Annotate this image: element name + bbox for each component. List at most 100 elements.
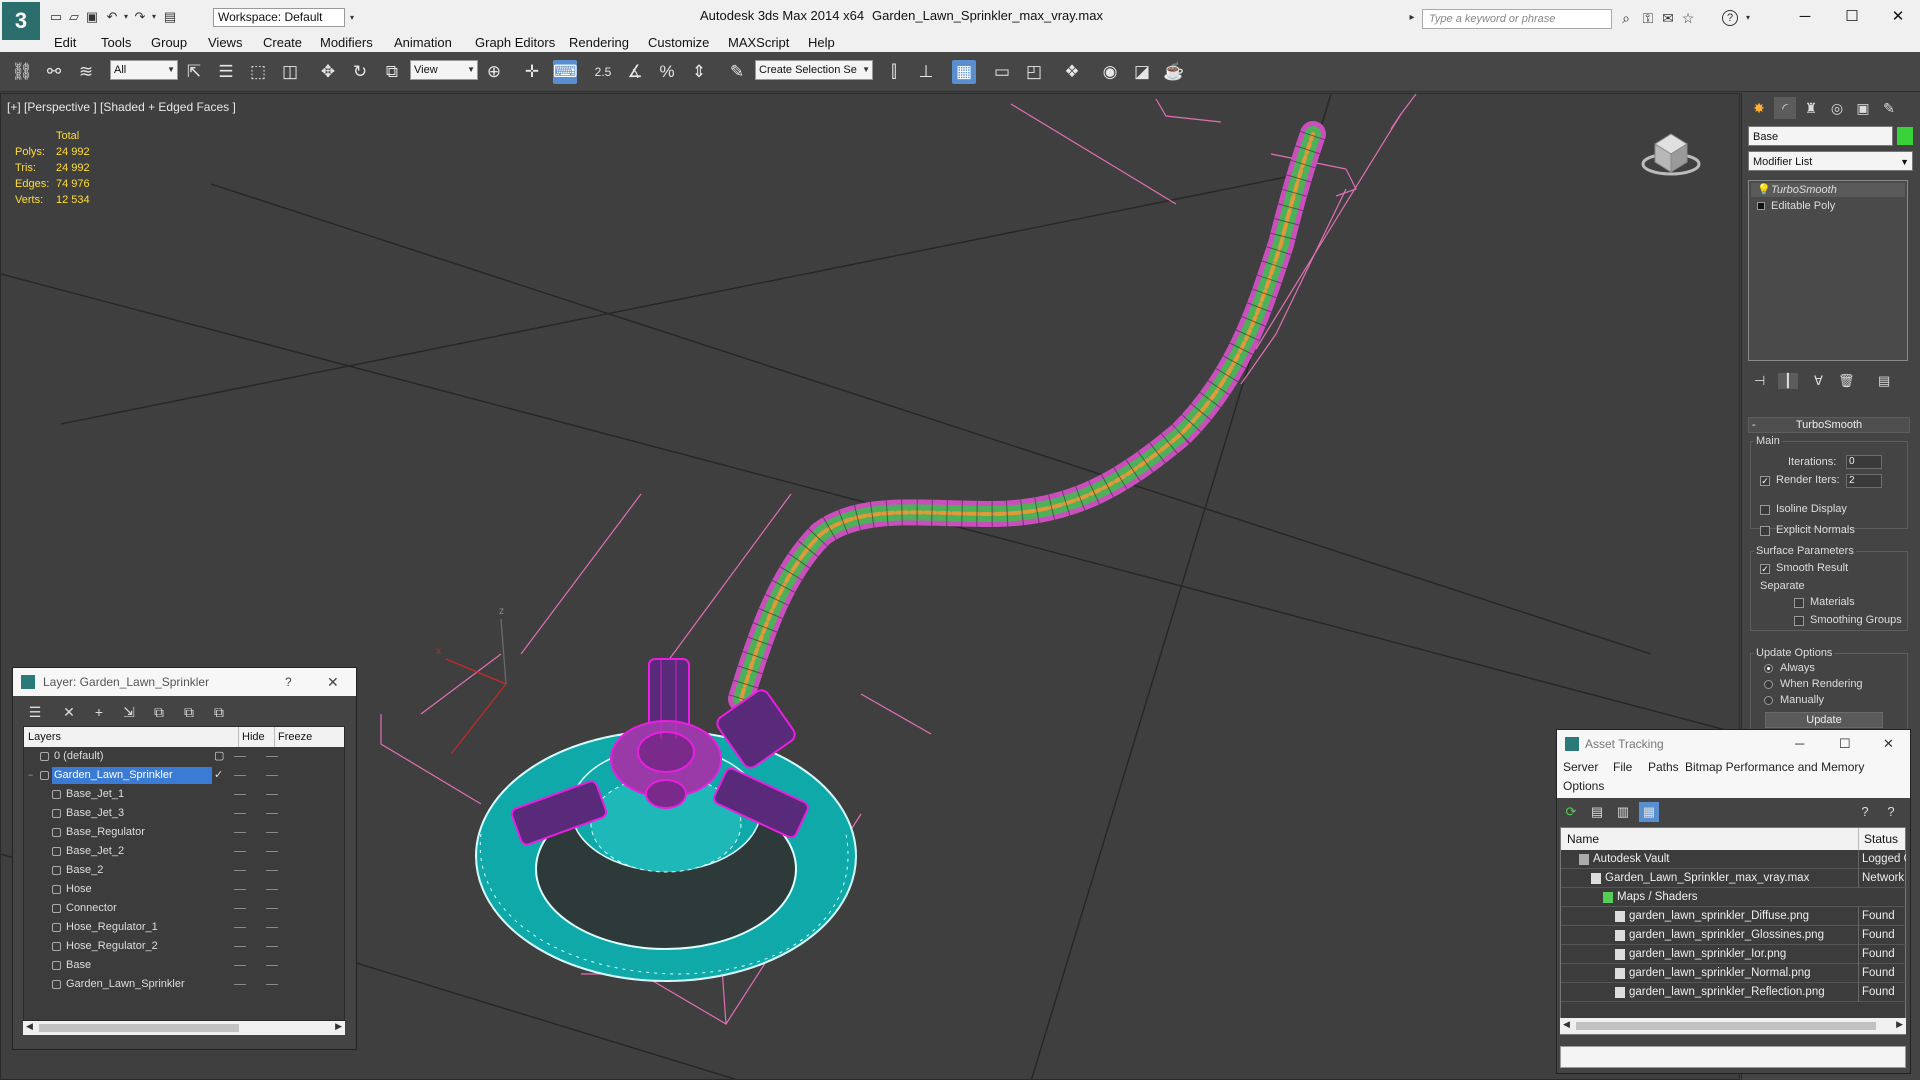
workspace-dropdown[interactable]: Workspace: Default [213, 8, 345, 27]
freeze-toggle[interactable] [266, 851, 278, 852]
hide-toggle[interactable] [234, 908, 246, 909]
utilities-tab-icon[interactable]: ✎ [1878, 97, 1900, 119]
hide-toggle[interactable] [234, 870, 246, 871]
manually-radio[interactable] [1764, 696, 1773, 705]
create-tab-icon[interactable]: ✸ [1748, 97, 1770, 119]
unlink-icon[interactable]: ⚯ [42, 60, 66, 84]
hide-all-icon[interactable]: ⧉ [179, 702, 199, 722]
close-icon[interactable]: ✕ [1883, 730, 1894, 758]
freeze-toggle[interactable] [266, 775, 278, 776]
always-radio[interactable] [1764, 664, 1773, 673]
freeze-toggle[interactable] [266, 832, 278, 833]
menu-edit[interactable]: Edit [54, 35, 76, 50]
render-iters-spinner[interactable]: 2 [1846, 474, 1882, 488]
layer-row[interactable]: Base_Jet_1 [24, 785, 346, 804]
turbosmooth-rollout-header[interactable]: - TurboSmooth [1748, 417, 1910, 433]
hierarchy-tab-icon[interactable]: ♜ [1800, 97, 1822, 119]
materials-checkbox[interactable] [1794, 598, 1804, 608]
hide-toggle[interactable] [234, 832, 246, 833]
menu-animation[interactable]: Animation [394, 35, 452, 50]
menu-views[interactable]: Views [208, 35, 242, 50]
context-help-icon[interactable]: ? [1881, 802, 1901, 822]
hide-toggle[interactable] [234, 984, 246, 985]
select-manipulate-icon[interactable]: ✛ [520, 60, 544, 84]
mirror-icon[interactable]: ⫿ [882, 60, 906, 84]
keyboard-shortcut-override-icon[interactable]: ⌨ [553, 60, 578, 84]
subscription-icon[interactable]: ⚿ [1640, 10, 1656, 26]
link-icon[interactable]: ⛓ [10, 60, 34, 84]
viewcube-icon[interactable] [1641, 122, 1701, 182]
spinner-snap-icon[interactable]: ⇕ [687, 60, 711, 84]
freeze-toggle[interactable] [266, 908, 278, 909]
select-object-icon[interactable]: ⇱ [182, 60, 206, 84]
table-view-icon[interactable]: ▦ [1639, 802, 1659, 822]
freeze-toggle[interactable] [266, 984, 278, 985]
favorites-icon[interactable]: ☆ [1680, 10, 1696, 26]
freeze-toggle[interactable] [266, 965, 278, 966]
pivot-center-icon[interactable]: ⊕ [482, 60, 506, 84]
layer-row[interactable]: Base_Jet_2 [24, 842, 346, 861]
render-iters-checkbox[interactable]: ✓ [1760, 476, 1770, 486]
align-icon[interactable]: ⊥ [914, 60, 938, 84]
scrollbar-thumb[interactable] [1576, 1022, 1876, 1030]
refresh-icon[interactable]: ⟳ [1561, 802, 1581, 822]
workspace-arrow-icon[interactable]: ▾ [346, 9, 358, 26]
stack-item-turbosmooth[interactable]: 💡 TurboSmooth [1751, 183, 1905, 197]
search-input[interactable]: Type a keyword or phrase [1422, 9, 1612, 29]
menu-modifiers[interactable]: Modifiers [320, 35, 373, 50]
list-view-icon[interactable]: ▤ [1587, 802, 1607, 822]
modify-tab-icon[interactable]: ◜ [1774, 97, 1796, 119]
layer-row[interactable]: Base_2 [24, 861, 346, 880]
current-layer-check-icon[interactable]: ✓ [214, 766, 223, 785]
freeze-toggle[interactable] [266, 870, 278, 871]
bind-space-warp-icon[interactable]: ≋ [74, 60, 98, 84]
scroll-left-icon[interactable]: ◀ [1563, 1019, 1570, 1030]
angle-snap-icon[interactable]: ∡ [623, 60, 647, 84]
menu-rendering[interactable]: Rendering [569, 35, 629, 50]
asset-row[interactable]: Maps / Shaders [1561, 888, 1907, 907]
menu-create[interactable]: Create [263, 35, 302, 50]
help-button[interactable]: ? [285, 668, 292, 696]
menu-maxscript[interactable]: MAXScript [728, 35, 789, 50]
minimize-button[interactable]: ─ [1795, 730, 1804, 758]
freeze-toggle[interactable] [266, 813, 278, 814]
window-crossing-icon[interactable]: ◫ [278, 60, 302, 84]
help-dropdown-icon[interactable]: ▾ [1740, 10, 1756, 26]
smooth-result-checkbox[interactable]: ✓ [1760, 564, 1770, 574]
scroll-right-icon[interactable]: ▶ [335, 1021, 342, 1032]
minimize-button[interactable]: ─ [1785, 6, 1825, 28]
menu-tools[interactable]: Tools [101, 35, 131, 50]
select-rotate-icon[interactable]: ↻ [348, 60, 372, 84]
layer-row[interactable]: Hose_Regulator_2 [24, 937, 346, 956]
asset-row[interactable]: garden_lawn_sprinkler_Diffuse.png Found [1561, 907, 1907, 926]
column-layers[interactable]: Layers [28, 727, 61, 747]
named-selection-dropdown[interactable]: Create Selection Se ▼ [755, 60, 873, 80]
highlight-selected-icon[interactable]: ⧉ [149, 702, 169, 722]
layer-row[interactable]: − Garden_Lawn_Sprinkler ✓ [24, 766, 346, 785]
material-editor-icon[interactable]: ◉ [1098, 60, 1122, 84]
layer-row[interactable]: Connector [24, 899, 346, 918]
display-tab-icon[interactable]: ▣ [1852, 97, 1874, 119]
hide-toggle[interactable] [234, 851, 246, 852]
pin-stack-icon[interactable]: ⊣ [1754, 373, 1765, 389]
new-layer-icon[interactable]: ☰ [25, 702, 45, 722]
explicit-normals-checkbox[interactable] [1760, 526, 1770, 536]
modifier-list-dropdown[interactable]: Modifier List ▼ [1748, 151, 1913, 171]
remove-modifier-icon[interactable]: 🗑 [1838, 373, 1855, 389]
percent-snap-icon[interactable]: % [655, 60, 679, 84]
layer-row[interactable]: Base_Regulator [24, 823, 346, 842]
smoothing-groups-checkbox[interactable] [1794, 616, 1804, 626]
layer-row[interactable]: Hose [24, 880, 346, 899]
snaps-toggle-icon[interactable]: 2.5 [591, 60, 615, 84]
column-freeze[interactable]: Freeze [274, 727, 312, 747]
menu-server[interactable]: Server [1563, 760, 1598, 774]
expand-icon[interactable] [1757, 202, 1765, 210]
menu-file[interactable]: File [1613, 760, 1632, 774]
selection-filter-dropdown[interactable]: All ▼ [110, 60, 178, 80]
show-end-result-icon[interactable]: ┃ [1778, 373, 1798, 389]
maximize-button[interactable]: ☐ [1839, 730, 1851, 758]
make-unique-icon[interactable]: ∀ [1814, 373, 1823, 389]
when-rendering-radio[interactable] [1764, 680, 1773, 689]
layer-row[interactable]: 0 (default) ▢ [24, 747, 346, 766]
freeze-all-icon[interactable]: ⧉ [209, 702, 229, 722]
